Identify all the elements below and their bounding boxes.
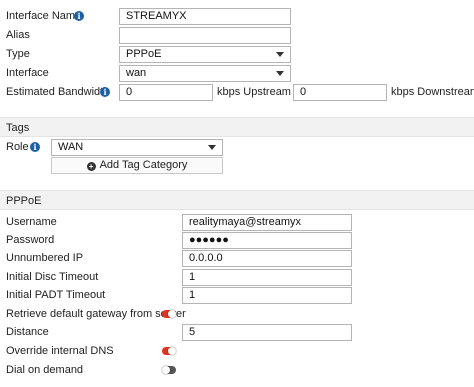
unnumbered-ip-label: Unnumbered IP: [6, 252, 84, 264]
role-select-value: WAN: [58, 141, 84, 153]
type-select-value: PPPoE: [126, 48, 162, 60]
password-label: Password: [6, 234, 55, 246]
upstream-unit-label: kbps Upstream: [217, 86, 291, 98]
initial-disc-timeout-label: Initial Disc Timeout: [6, 271, 99, 283]
alias-input[interactable]: [119, 27, 291, 44]
estimated-bandwidth-label: Estimated Bandwidth: [6, 86, 110, 98]
add-tag-category-button[interactable]: + Add Tag Category: [51, 157, 223, 174]
chevron-down-icon: [208, 145, 216, 150]
interface-name-label: Interface Name: [6, 10, 82, 22]
downstream-unit-label: kbps Downstream: [391, 86, 474, 98]
chevron-down-icon: [276, 71, 284, 76]
interface-label: Interface: [6, 67, 49, 79]
dial-on-demand-toggle[interactable]: [162, 366, 176, 374]
initial-padt-timeout-input[interactable]: 1: [182, 287, 352, 304]
info-icon[interactable]: i: [100, 87, 110, 97]
unnumbered-ip-input[interactable]: 0.0.0.0: [182, 250, 352, 267]
initial-disc-timeout-input[interactable]: 1: [182, 269, 352, 286]
username-input[interactable]: realitymaya@streamyx: [182, 214, 352, 231]
toggle-knob: [168, 310, 176, 318]
downstream-bandwidth-input[interactable]: 0: [293, 84, 387, 101]
password-input[interactable]: ●●●●●●: [182, 232, 352, 249]
interface-select[interactable]: wan: [119, 65, 291, 82]
role-label: Role: [6, 141, 29, 153]
username-label: Username: [6, 216, 57, 228]
interface-select-value: wan: [126, 67, 147, 79]
plus-circle-icon: +: [86, 162, 96, 171]
chevron-down-icon: [276, 52, 284, 57]
toggle-knob: [162, 366, 170, 374]
distance-label: Distance: [6, 326, 49, 338]
override-internal-dns-label: Override internal DNS: [6, 345, 114, 357]
info-icon[interactable]: i: [30, 142, 40, 152]
override-internal-dns-toggle[interactable]: [162, 347, 176, 355]
info-icon[interactable]: i: [74, 11, 84, 21]
type-select[interactable]: PPPoE: [119, 46, 291, 63]
distance-input[interactable]: 5: [182, 324, 352, 341]
upstream-bandwidth-input[interactable]: 0: [119, 84, 213, 101]
toggle-knob: [168, 347, 176, 355]
initial-padt-timeout-label: Initial PADT Timeout: [6, 289, 106, 301]
type-label: Type: [6, 48, 30, 60]
dial-on-demand-label: Dial on demand: [6, 364, 84, 376]
retrieve-default-gateway-toggle[interactable]: [162, 310, 176, 318]
tags-section-header: Tags: [0, 117, 474, 137]
alias-label: Alias: [6, 29, 30, 41]
interface-name-input[interactable]: STREAMYX: [119, 8, 291, 25]
role-select[interactable]: WAN: [51, 139, 223, 156]
add-tag-category-label: Add Tag Category: [99, 159, 188, 171]
pppoe-section-title: PPPoE: [6, 195, 42, 207]
pppoe-section-header: PPPoE: [0, 190, 474, 210]
retrieve-default-gateway-label: Retrieve default gateway from server: [6, 308, 186, 320]
tags-section-title: Tags: [6, 122, 30, 134]
